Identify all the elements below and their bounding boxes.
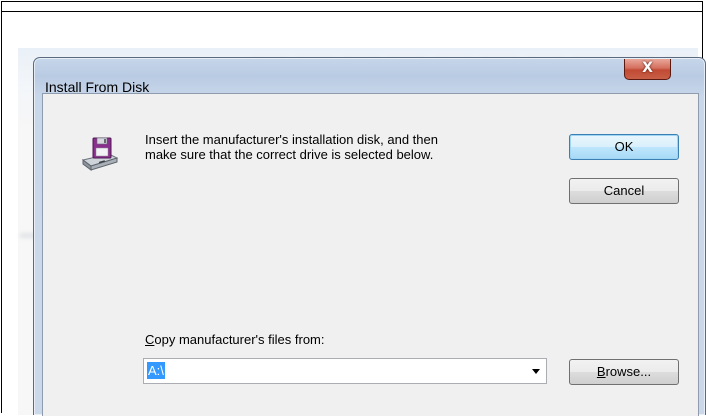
copy-files-label: Copy manufacturer's files from: xyxy=(145,332,325,347)
browse-button-text: rowse... xyxy=(605,364,652,379)
source-path-value[interactable]: A:\ xyxy=(147,362,165,379)
source-path-combobox[interactable]: A:\ xyxy=(143,358,547,384)
close-icon: X xyxy=(642,60,653,76)
copy-files-label-text: opy manufacturer's files from: xyxy=(154,332,325,347)
ok-button[interactable]: OK xyxy=(569,134,679,160)
copy-files-label-accesskey: C xyxy=(145,332,155,347)
cancel-button[interactable]: Cancel xyxy=(569,178,679,204)
dialog-content: Insert the manufacturer's installation d… xyxy=(42,93,699,416)
close-button[interactable]: X xyxy=(624,59,671,80)
top-strip xyxy=(2,2,702,12)
instruction-line-1: Insert the manufacturer's installation d… xyxy=(145,132,438,147)
instruction-line-2: make sure that the correct drive is sele… xyxy=(145,147,434,162)
install-from-disk-dialog: Install From Disk X Insert the manufactu… xyxy=(33,57,706,416)
floppy-drive-icon xyxy=(81,137,119,171)
browse-button-accesskey: B xyxy=(596,364,606,379)
browse-button[interactable]: Browse... xyxy=(569,359,679,385)
title-bar[interactable]: Install From Disk X xyxy=(34,58,705,96)
chevron-down-icon[interactable] xyxy=(532,369,540,374)
instruction-message: Insert the manufacturer's installation d… xyxy=(145,132,525,162)
